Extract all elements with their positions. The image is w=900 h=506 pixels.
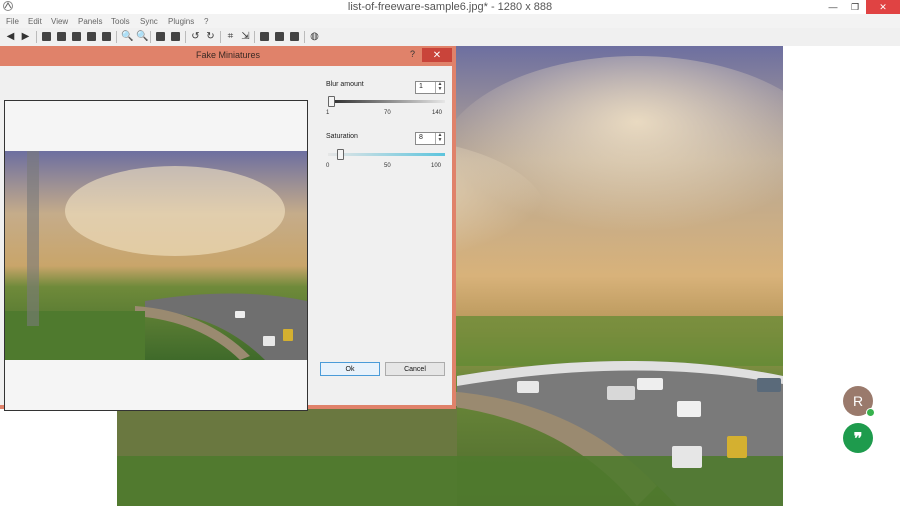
saturation-tick-min: 0 (326, 163, 330, 169)
window-title: list-of-freeware-sample6.jpg* - 1280 x 8… (347, 1, 553, 13)
zoom-out-icon[interactable]: 🔍 (136, 31, 148, 42)
toolbar: ◀ ▶ 🔍 🔍 ↺ ↻ ⌗ ⇲ ◍ (0, 28, 900, 46)
saturation-value: 8 (419, 134, 423, 141)
save-icon[interactable] (72, 32, 81, 41)
clean-icon[interactable] (102, 32, 111, 41)
hangouts-icon[interactable]: ❞ (843, 423, 873, 453)
menu-view[interactable]: View (51, 17, 68, 26)
toolbar-divider (185, 31, 186, 43)
menu-file[interactable]: File (6, 17, 19, 26)
spin-arrows-icon[interactable]: ▲ ▼ (435, 82, 444, 93)
forward-icon[interactable]: ▶ (20, 31, 31, 42)
online-status-dot (866, 408, 875, 417)
menu-tools[interactable]: Tools (111, 17, 130, 26)
dialog-close-button[interactable]: ✕ (422, 48, 452, 62)
toolbar-divider (254, 31, 255, 43)
delete-icon[interactable] (87, 32, 96, 41)
saturation-label: Saturation (326, 133, 358, 140)
preview-image (5, 151, 307, 360)
menu-bar: File Edit View Panels Tools Sync Plugins… (0, 14, 900, 28)
saturation-track[interactable] (328, 153, 445, 156)
blur-amount-slider-handle[interactable] (328, 96, 335, 107)
blur-amount-value: 1 (419, 83, 423, 90)
menu-help[interactable]: ? (204, 17, 208, 26)
zoom-in-icon[interactable]: 🔍 (121, 31, 133, 42)
fullscreen-icon[interactable] (275, 32, 284, 41)
menu-sync[interactable]: Sync (140, 17, 158, 26)
fake-miniatures-dialog: Fake Miniatures ? ✕ Blur amount 1 ▲ ▼ 1 … (0, 46, 456, 411)
crop-icon[interactable]: ⌗ (225, 31, 236, 42)
preview-pane (4, 100, 308, 411)
blur-tick-mid: 70 (384, 110, 391, 116)
close-window-button[interactable]: ✕ (866, 0, 900, 14)
open-folder-icon[interactable] (57, 32, 66, 41)
saturation-spinbox[interactable]: 8 ▲ ▼ (415, 132, 445, 145)
dialog-help-button[interactable]: ? (410, 49, 415, 59)
toolbar-divider (220, 31, 221, 43)
toolbar-divider (36, 31, 37, 43)
restore-button[interactable]: ❐ (844, 0, 866, 14)
back-icon[interactable]: ◀ (5, 31, 16, 42)
dialog-title: Fake Miniatures (195, 50, 261, 60)
blur-amount-spinbox[interactable]: 1 ▲ ▼ (415, 81, 445, 94)
menu-plugins[interactable]: Plugins (168, 17, 194, 26)
title-bar: list-of-freeware-sample6.jpg* - 1280 x 8… (0, 0, 900, 14)
paste-icon[interactable] (171, 32, 180, 41)
saturation-tick-mid: 50 (384, 163, 391, 169)
open-file-icon[interactable] (42, 32, 51, 41)
toolbar-divider (116, 31, 117, 43)
slideshow-icon[interactable] (290, 32, 299, 41)
cancel-button[interactable]: Cancel (385, 362, 445, 376)
dialog-body: Blur amount 1 ▲ ▼ 1 70 140 Saturation 8 ▲… (0, 66, 452, 411)
blur-tick-min: 1 (326, 110, 330, 116)
toolbar-divider (150, 31, 151, 43)
menu-panels[interactable]: Panels (78, 17, 102, 26)
blur-amount-label: Blur amount (326, 81, 364, 88)
rotate-right-icon[interactable]: ↻ (205, 31, 216, 42)
web-icon[interactable]: ◍ (309, 31, 320, 42)
resize-icon[interactable]: ⇲ (240, 31, 251, 42)
menu-edit[interactable]: Edit (28, 17, 42, 26)
fit-window-icon[interactable] (260, 32, 269, 41)
minimize-button[interactable]: — (822, 0, 844, 14)
saturation-slider-handle[interactable] (336, 149, 344, 160)
saturation-tick-max: 100 (431, 163, 442, 169)
rotate-left-icon[interactable]: ↺ (190, 31, 201, 42)
toolbar-divider (304, 31, 305, 43)
ok-button[interactable]: Ok (320, 362, 380, 376)
copy-icon[interactable] (156, 32, 165, 41)
spin-arrows-icon[interactable]: ▲ ▼ (435, 133, 444, 144)
blur-tick-max: 140 (432, 110, 443, 116)
blur-amount-track[interactable] (328, 100, 445, 103)
